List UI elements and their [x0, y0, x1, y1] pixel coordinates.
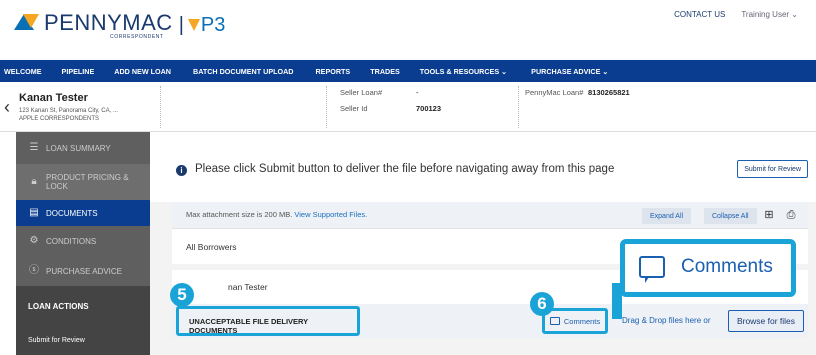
- nav-trades[interactable]: TRADES: [370, 67, 400, 76]
- seller-id-label: Seller Id: [340, 104, 368, 113]
- top-links: CONTACT US Training User ⌄: [674, 10, 798, 19]
- notice-banner: i Please click Submit button to deliver …: [150, 132, 816, 202]
- p3-logo: P3: [187, 14, 226, 36]
- expand-all-button[interactable]: Expand All: [642, 208, 692, 224]
- borrower-name: Kanan Tester: [19, 92, 88, 104]
- nav-welcome[interactable]: WELCOME: [4, 67, 42, 76]
- nav-batch-upload[interactable]: BATCH DOCUMENT UPLOAD: [193, 67, 293, 76]
- sidebar-item-label: LOAN SUMMARY: [46, 143, 111, 153]
- brand-name: PENNYMAC: [44, 10, 173, 35]
- main-nav: WELCOME PIPELINE ADD NEW LOAN BATCH DOCU…: [0, 60, 816, 82]
- pennymac-logo[interactable]: PENNYMAC CORRESPONDENT | P3: [14, 10, 225, 40]
- document-icon: ▤: [29, 207, 39, 218]
- notice-text: Please click Submit button to deliver th…: [195, 163, 615, 175]
- sidebar-item-documents[interactable]: ▤ DOCUMENTS: [16, 200, 150, 226]
- loan-actions-heading: LOAN ACTIONS: [16, 286, 150, 326]
- lock-icon: 🔒︎: [31, 176, 37, 187]
- list-icon: ☰: [29, 142, 39, 153]
- conditions-icon: ⚙︎: [29, 235, 39, 246]
- drag-drop-text: Drag & Drop files here or: [622, 316, 711, 325]
- top-header: PENNYMAC CORRESPONDENT | P3 CONTACT US T…: [0, 0, 816, 60]
- comments-callout: Comments: [620, 239, 796, 297]
- borrower-address: 123 Kanan St, Panorama City, CA, ... APP…: [19, 108, 118, 122]
- excel-export-icon[interactable]: ⊞: [762, 208, 776, 222]
- seller-loan-value: -: [416, 88, 419, 97]
- info-icon: i: [176, 165, 187, 176]
- p3-label: P3: [200, 14, 226, 36]
- sidebar-item-label: CONDITIONS: [46, 236, 97, 246]
- nav-purchase-advice[interactable]: PURCHASE ADVICE ⌄: [531, 67, 608, 76]
- app-page: PENNYMAC CORRESPONDENT | P3 CONTACT US T…: [0, 0, 816, 355]
- pennymac-logo-icon: [14, 14, 40, 36]
- sidebar-action-submit-review[interactable]: Submit for Review: [16, 326, 150, 355]
- brand-subtitle: CORRESPONDENT: [110, 34, 164, 40]
- seller-id-value: 700123: [416, 104, 442, 113]
- submit-for-review-button[interactable]: Submit for Review: [737, 160, 808, 178]
- document-name-highlight[interactable]: UNACCEPTABLE FILE DELIVERY DOCUMENTS: [176, 306, 360, 336]
- loan-info-bar: ‹ Kanan Tester 123 Kanan St, Panorama Ci…: [0, 82, 816, 132]
- contact-us-link[interactable]: CONTACT US: [674, 10, 725, 19]
- browse-files-button[interactable]: Browse for files: [728, 310, 804, 332]
- divider: [160, 86, 161, 128]
- sidebar: ☰ LOAN SUMMARY 🔒︎ PRODUCT PRICING & LOCK…: [16, 132, 150, 355]
- nav-add-new-loan[interactable]: ADD NEW LOAN: [114, 67, 171, 76]
- all-borrowers-label: All Borrowers: [186, 242, 237, 252]
- sidebar-item-label: PRODUCT PRICING &: [46, 173, 129, 182]
- attachment-toolbar: Max attachment size is 200 MB. View Supp…: [172, 202, 808, 228]
- print-icon[interactable]: ⎙: [784, 208, 798, 222]
- document-row: UNACCEPTABLE FILE DELIVERY DOCUMENTS Com…: [172, 304, 808, 338]
- divider: [518, 86, 519, 128]
- comments-button[interactable]: Comments: [542, 308, 608, 334]
- sidebar-item-conditions[interactable]: ⚙︎ CONDITIONS: [16, 226, 150, 256]
- sidebar-item-label: DOCUMENTS: [46, 208, 98, 218]
- user-menu[interactable]: Training User ⌄: [741, 10, 798, 19]
- sidebar-item-label-line2: LOCK: [46, 182, 68, 191]
- pennymac-loan-label: PennyMac Loan#: [525, 88, 584, 97]
- comment-icon: [549, 317, 560, 325]
- dollar-icon: ⓢ: [29, 265, 39, 276]
- comments-label: Comments: [563, 316, 601, 326]
- pennymac-loan-value: 8130265821: [588, 88, 630, 97]
- back-chevron-icon[interactable]: ‹: [4, 97, 14, 117]
- supported-files-link[interactable]: View Supported Files.: [294, 210, 367, 219]
- sidebar-item-label: PURCHASE ADVICE: [46, 266, 123, 276]
- divider: [326, 86, 327, 128]
- brand-separator: |: [178, 14, 184, 36]
- collapse-all-button[interactable]: Collapse All: [704, 208, 757, 224]
- sidebar-item-product-pricing[interactable]: 🔒︎ PRODUCT PRICING & LOCK: [16, 164, 150, 200]
- sidebar-item-purchase-advice[interactable]: ⓢ PURCHASE ADVICE: [16, 256, 150, 286]
- sidebar-item-loan-summary[interactable]: ☰ LOAN SUMMARY: [16, 132, 150, 164]
- seller-loan-label: Seller Loan#: [340, 88, 383, 97]
- document-name: UNACCEPTABLE FILE DELIVERY DOCUMENTS: [189, 317, 309, 335]
- callout-label: Comments: [681, 256, 773, 277]
- comment-icon: [639, 256, 665, 283]
- p3-mark-icon: [187, 19, 200, 31]
- step-5-badge: 5: [170, 283, 194, 307]
- attachment-info: Max attachment size is 200 MB. View Supp…: [186, 210, 368, 219]
- nav-reports[interactable]: REPORTS: [315, 67, 350, 76]
- borrower-section-label: nan Tester: [228, 282, 268, 292]
- nav-pipeline[interactable]: PIPELINE: [62, 67, 95, 76]
- step-6-badge: 6: [530, 292, 554, 316]
- nav-tools-resources[interactable]: TOOLS & RESOURCES ⌄: [420, 67, 507, 76]
